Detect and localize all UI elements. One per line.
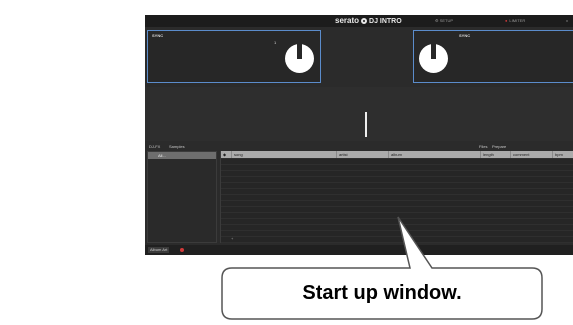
callout-text: Start up window. <box>302 282 462 304</box>
